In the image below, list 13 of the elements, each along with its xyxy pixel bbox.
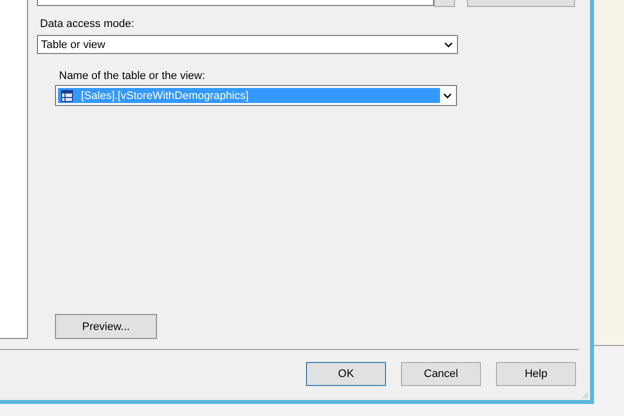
- field-label: Name of the table or the view:: [59, 70, 206, 82]
- table-icon: [61, 90, 73, 102]
- dialog-button[interactable]: OK: [306, 362, 386, 386]
- dropdown-caret-icon[interactable]: [443, 92, 452, 98]
- input-field[interactable]: [37, 0, 434, 6]
- field-label: Data access mode:: [40, 18, 136, 30]
- selected-value: [Sales].[vStoreWithDemographics]: [58, 88, 440, 103]
- preview-button[interactable]: Preview...: [55, 314, 157, 339]
- resize-grip-icon[interactable]: [582, 392, 588, 398]
- dialog-button[interactable]: Help: [496, 362, 576, 386]
- dropdown-caret-icon[interactable]: [444, 42, 453, 48]
- access-mode-dropdown[interactable]: Table or view: [37, 35, 458, 54]
- dialog-button[interactable]: Cancel: [401, 362, 481, 386]
